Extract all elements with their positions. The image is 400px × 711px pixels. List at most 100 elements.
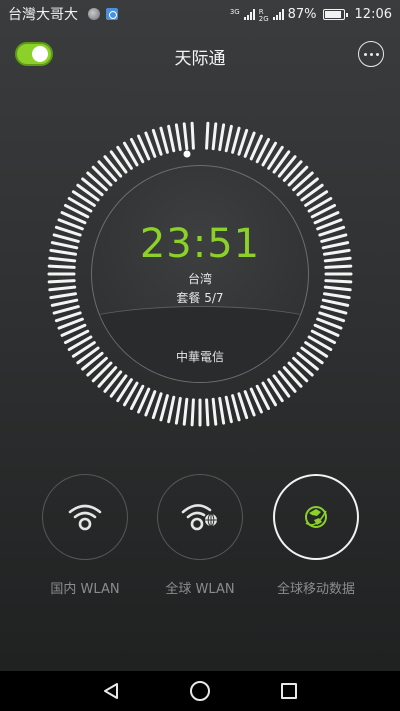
back-icon[interactable]	[102, 682, 120, 700]
dial-tick	[255, 384, 271, 411]
dial-tick	[320, 305, 348, 315]
dial-tick	[292, 171, 314, 192]
status-bar: 台灣大哥大 3G R 2G 87% 12:06	[0, 0, 400, 28]
dial-tick	[218, 396, 226, 425]
dial-tick	[304, 190, 329, 207]
notification-app-icon	[88, 8, 100, 20]
dial-tick	[63, 203, 90, 219]
dial-tick	[211, 397, 218, 426]
dial-tick	[137, 387, 151, 414]
dial-tick	[316, 317, 343, 330]
dial-tick	[116, 145, 133, 170]
dial-tick	[237, 392, 249, 420]
dial-tick	[190, 121, 195, 150]
dial-tick	[249, 387, 263, 414]
dial-tick	[129, 384, 145, 411]
dial-tick	[151, 128, 163, 156]
dial-tick	[255, 137, 271, 164]
dial-tick	[224, 395, 233, 424]
battery-percent: 87%	[287, 6, 317, 22]
carrier-name: 台灣大哥大	[8, 7, 78, 23]
dial-tick	[205, 398, 210, 427]
dial-tick	[123, 141, 139, 167]
system-nav-bar	[0, 671, 400, 711]
dial-tick	[224, 124, 233, 153]
dial-tick	[287, 165, 309, 187]
page-title: 天际通	[174, 49, 226, 69]
dial-tick	[313, 323, 340, 337]
global-wlan-button[interactable]	[157, 474, 243, 560]
globe-data-icon	[305, 506, 327, 528]
dial-tick	[144, 390, 157, 417]
dial-tick	[81, 177, 104, 197]
dial-tick	[60, 323, 87, 337]
dial-tick	[86, 171, 108, 192]
dial-tick	[282, 160, 303, 182]
recent-apps-icon[interactable]	[281, 683, 297, 699]
dial-tick	[300, 183, 324, 202]
progress-indicator-dot	[183, 150, 191, 158]
more-dot-icon	[363, 52, 367, 56]
signal-2-icon	[272, 8, 284, 20]
dial-tick	[174, 123, 182, 152]
clock: 12:06	[354, 6, 392, 22]
more-options-button[interactable]	[358, 41, 384, 67]
global-mobile-data-label: 全球移动数据	[276, 582, 355, 597]
dial-tick	[318, 311, 346, 323]
dial-tick	[57, 317, 84, 330]
dial-tick	[310, 329, 337, 345]
status-left: 台灣大哥大	[8, 4, 118, 24]
dial-tick	[211, 122, 218, 151]
dial-tick	[310, 203, 337, 219]
plan-label: 套餐 5/7	[176, 291, 224, 305]
global-wlan-label: 全球 WLAN	[165, 582, 235, 597]
dial-tick	[218, 123, 226, 152]
dial-tick	[261, 141, 277, 167]
dial-tick	[182, 122, 189, 151]
dial-tick	[231, 394, 241, 422]
dial-tick	[174, 396, 182, 425]
notification-browser-icon	[106, 8, 118, 20]
more-dot-icon	[369, 52, 373, 56]
dial-tick	[243, 131, 256, 158]
dial-tick	[151, 392, 163, 420]
global-mobile-data-button[interactable]	[273, 474, 359, 560]
dial-tick	[237, 128, 249, 156]
app-screen: 台灣大哥大 3G R 2G 87% 12:06 天际通 23:51 台湾 套餐 …	[0, 0, 400, 711]
home-icon[interactable]	[190, 681, 210, 701]
dial-tick	[116, 378, 133, 403]
region-label: 台湾	[187, 272, 212, 286]
dial-tick	[243, 390, 256, 417]
dial-tick	[205, 121, 210, 150]
dial-tick	[54, 311, 82, 323]
dial-tick	[249, 134, 263, 161]
dial-tick	[182, 397, 189, 426]
dial-tick	[129, 137, 145, 164]
dial-tick	[190, 398, 195, 427]
dial-tick	[91, 165, 113, 187]
operator-label: 中華電信	[175, 350, 224, 364]
dial-tick	[144, 131, 157, 158]
status-right: 3G R 2G 87% 12:06	[230, 5, 392, 23]
remaining-time: 23:51	[139, 221, 261, 267]
network-3g-label: 3G	[229, 8, 240, 16]
dial-tick	[137, 134, 151, 161]
dial-tick	[307, 197, 333, 213]
dial-tick	[167, 395, 176, 424]
global-wifi-icon	[181, 504, 217, 531]
dial-tick	[76, 183, 100, 202]
dial-tick	[261, 381, 277, 407]
dial-tick	[267, 145, 284, 170]
wifi-icon	[68, 504, 102, 531]
network-2g-label: R 2G	[259, 9, 269, 23]
dial-tick	[71, 190, 96, 207]
dial-tick	[267, 378, 284, 403]
dial-tick	[97, 160, 118, 182]
dial-tick	[109, 150, 128, 174]
dial-tick	[67, 197, 93, 213]
domestic-wlan-label: 国内 WLAN	[50, 582, 120, 597]
battery-icon	[322, 8, 348, 20]
domestic-wlan-button[interactable]	[42, 474, 128, 560]
dial-tick	[167, 124, 176, 153]
dial-tick	[123, 381, 139, 407]
